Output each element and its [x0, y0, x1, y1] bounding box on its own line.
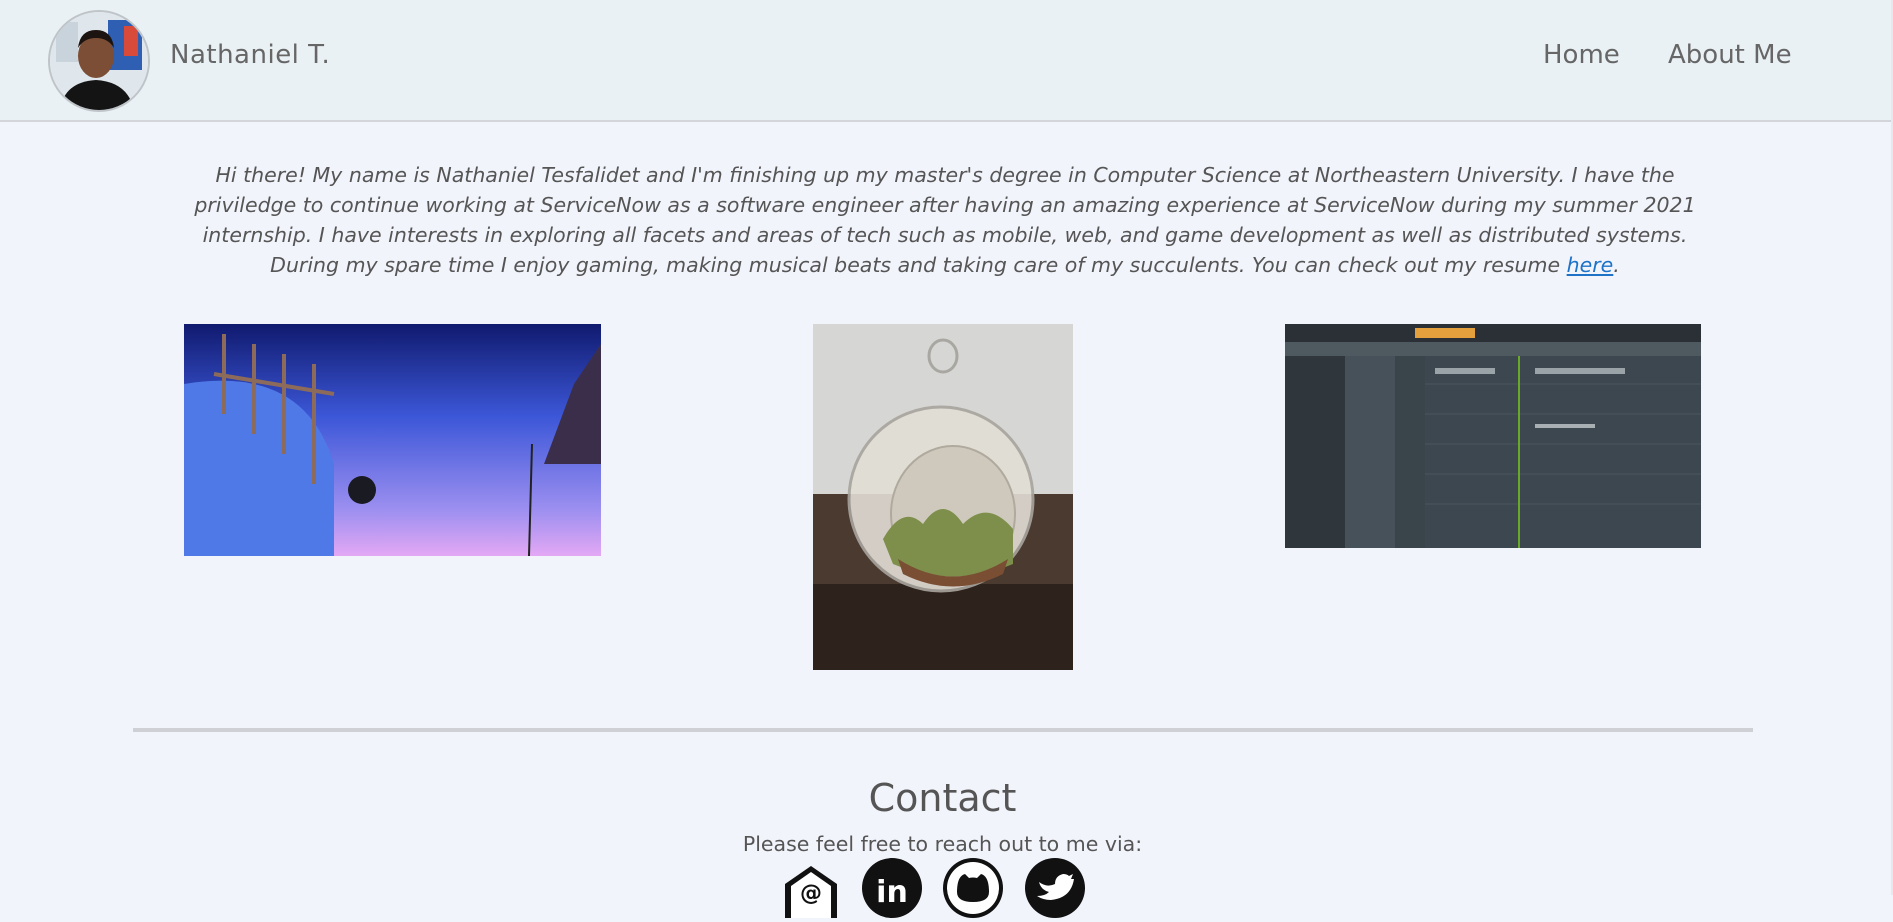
avatar — [48, 10, 150, 112]
github-icon[interactable] — [943, 858, 1003, 918]
avatar-portrait — [50, 12, 148, 110]
intro-text: Hi there! My name is Nathaniel Tesfalide… — [194, 163, 1696, 277]
succulent-terrarium-image — [813, 324, 1073, 670]
site-header: Nathaniel T. Home About Me — [0, 0, 1893, 122]
contact-subtitle: Please feel free to reach out to me via: — [742, 832, 1143, 856]
email-icon[interactable]: @ — [781, 858, 841, 918]
resume-link[interactable]: here — [1567, 253, 1614, 277]
nav-home-link[interactable]: Home — [1543, 40, 1620, 70]
intro-end: . — [1613, 253, 1620, 277]
twitter-icon[interactable] — [1025, 858, 1085, 918]
contact-heading: Contact — [868, 776, 1017, 820]
gaming-image — [184, 324, 601, 556]
linkedin-icon[interactable]: in — [862, 858, 922, 918]
svg-text:in: in — [876, 875, 908, 910]
site-name[interactable]: Nathaniel T. — [170, 40, 330, 70]
music-production-image — [1285, 324, 1701, 548]
nav-about-me-link[interactable]: About Me — [1668, 40, 1792, 70]
section-divider — [133, 728, 1753, 732]
intro-paragraph: Hi there! My name is Nathaniel Tesfalide… — [190, 160, 1700, 280]
svg-text:@: @ — [800, 881, 822, 906]
